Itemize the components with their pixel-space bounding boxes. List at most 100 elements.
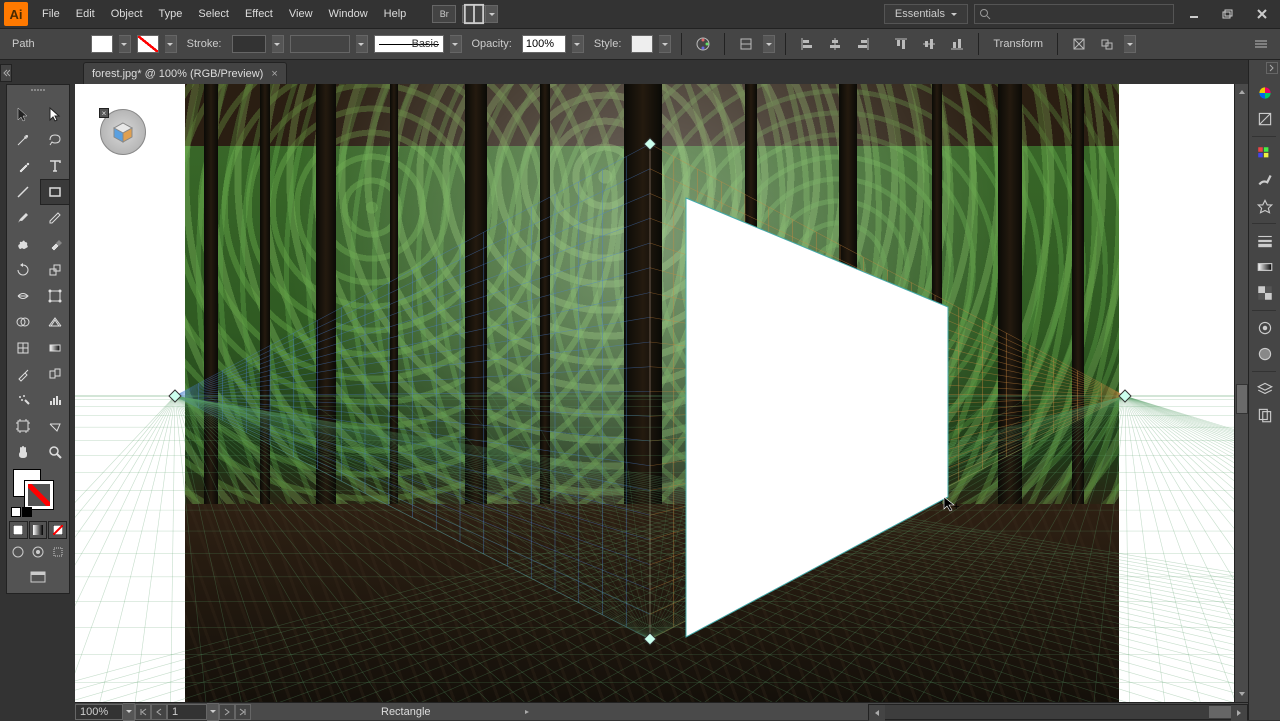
tool-blob-brush[interactable] xyxy=(8,231,38,257)
tool-blend[interactable] xyxy=(40,361,70,387)
color-mode-button[interactable] xyxy=(9,521,28,539)
align-top-button[interactable] xyxy=(890,33,912,55)
menu-type[interactable]: Type xyxy=(151,4,191,24)
tool-scale[interactable] xyxy=(40,257,70,283)
tool-hand[interactable] xyxy=(8,439,38,465)
artboard-number-field[interactable]: 1 xyxy=(167,704,207,720)
variable-width-profile[interactable] xyxy=(290,35,350,53)
collapse-panels-left[interactable] xyxy=(0,64,12,82)
horizontal-scroll-thumb[interactable] xyxy=(1209,706,1231,718)
panel-gradient-icon[interactable] xyxy=(1252,254,1278,280)
graphic-style-dropdown[interactable] xyxy=(659,35,671,53)
tool-slice[interactable] xyxy=(40,413,70,439)
scroll-right-icon[interactable] xyxy=(1231,705,1247,721)
prev-artboard-button[interactable] xyxy=(151,704,167,720)
menu-help[interactable]: Help xyxy=(376,4,415,24)
tool-type[interactable] xyxy=(40,153,70,179)
stroke-weight-field[interactable] xyxy=(232,35,266,53)
panel-brushes-icon[interactable] xyxy=(1252,167,1278,193)
restore-button[interactable] xyxy=(1214,4,1242,24)
stroke-dropdown[interactable] xyxy=(165,35,177,53)
menu-object[interactable]: Object xyxy=(103,4,151,24)
align-menu-dropdown[interactable] xyxy=(763,35,775,53)
close-button[interactable] xyxy=(1248,4,1276,24)
tool-eraser[interactable] xyxy=(40,231,70,257)
variable-width-dropdown[interactable] xyxy=(356,35,368,53)
panel-stroke-icon[interactable] xyxy=(1252,228,1278,254)
fill-swatch[interactable] xyxy=(91,35,113,53)
recolor-artwork-button[interactable] xyxy=(692,33,714,55)
screen-mode-button[interactable] xyxy=(27,567,49,589)
opacity-dropdown[interactable] xyxy=(572,35,584,53)
zoom-field[interactable]: 100% xyxy=(75,704,123,720)
menu-file[interactable]: File xyxy=(34,4,68,24)
panel-symbols-icon[interactable] xyxy=(1252,193,1278,219)
isolate-button[interactable] xyxy=(1068,33,1090,55)
tool-pencil[interactable] xyxy=(40,205,70,231)
gradient-mode-button[interactable] xyxy=(29,521,48,539)
stroke-swatch[interactable] xyxy=(137,35,159,53)
panel-color-guide-icon[interactable] xyxy=(1252,106,1278,132)
first-artboard-button[interactable] xyxy=(135,704,151,720)
arrange-documents-button[interactable] xyxy=(462,5,486,23)
default-fill-stroke-icon[interactable] xyxy=(11,507,21,517)
status-flyout-button[interactable] xyxy=(521,705,533,719)
draw-inside-button[interactable] xyxy=(49,543,67,561)
scroll-down-icon[interactable] xyxy=(1236,688,1248,700)
fill-stroke-control[interactable] xyxy=(7,465,69,519)
vertical-scroll-thumb[interactable] xyxy=(1236,384,1248,414)
workspace-switcher[interactable]: Essentials xyxy=(884,4,968,24)
panel-swatches-icon[interactable] xyxy=(1252,141,1278,167)
collapse-panels-right[interactable] xyxy=(1266,62,1278,74)
close-tab-icon[interactable]: × xyxy=(271,68,277,80)
minimize-button[interactable] xyxy=(1180,4,1208,24)
panel-graphic-styles-icon[interactable] xyxy=(1252,341,1278,367)
control-bar-menu[interactable] xyxy=(1250,33,1272,55)
perspective-widget-close[interactable]: × xyxy=(99,108,109,118)
tool-rotate[interactable] xyxy=(8,257,38,283)
panel-transparency-icon[interactable] xyxy=(1252,280,1278,306)
horizontal-scrollbar[interactable] xyxy=(868,704,1248,720)
panel-color-icon[interactable] xyxy=(1252,80,1278,106)
stroke-weight-dropdown[interactable] xyxy=(272,35,284,53)
menu-window[interactable]: Window xyxy=(321,4,376,24)
tool-selection[interactable] xyxy=(8,101,38,127)
canvas[interactable]: × + xyxy=(75,84,1234,702)
document-tab[interactable]: forest.jpg* @ 100% (RGB/Preview) × xyxy=(83,62,287,84)
tool-pen[interactable] xyxy=(8,153,38,179)
draw-normal-button[interactable] xyxy=(9,543,27,561)
tool-zoom[interactable] xyxy=(40,439,70,465)
tool-width[interactable] xyxy=(8,283,38,309)
select-similar-dropdown[interactable] xyxy=(1124,35,1136,53)
draw-behind-button[interactable] xyxy=(29,543,47,561)
fill-dropdown[interactable] xyxy=(119,35,131,53)
search-box[interactable] xyxy=(974,4,1174,24)
align-bottom-button[interactable] xyxy=(946,33,968,55)
scroll-up-icon[interactable] xyxy=(1236,86,1248,98)
tool-column-graph[interactable] xyxy=(40,387,70,413)
vertical-scrollbar[interactable] xyxy=(1234,84,1248,702)
opacity-label[interactable]: Opacity: xyxy=(468,38,516,50)
last-artboard-button[interactable] xyxy=(235,704,251,720)
select-similar-button[interactable] xyxy=(1096,33,1118,55)
tool-perspective-grid[interactable] xyxy=(40,309,70,335)
tool-gradient[interactable] xyxy=(40,335,70,361)
align-vcenter-button[interactable] xyxy=(918,33,940,55)
panel-artboards-icon[interactable] xyxy=(1252,402,1278,428)
stroke-color-swatch[interactable] xyxy=(25,481,53,509)
align-dropdown[interactable] xyxy=(735,33,757,55)
tool-shape-builder[interactable] xyxy=(8,309,38,335)
tool-lasso[interactable] xyxy=(40,127,70,153)
menu-edit[interactable]: Edit xyxy=(68,4,103,24)
arrange-documents-dropdown[interactable] xyxy=(486,5,498,23)
tool-paintbrush[interactable] xyxy=(8,205,38,231)
align-left-button[interactable] xyxy=(796,33,818,55)
align-right-button[interactable] xyxy=(852,33,874,55)
tools-panel-grip[interactable] xyxy=(7,89,69,97)
brush-definition[interactable]: Basic xyxy=(374,35,444,53)
tool-eyedropper[interactable] xyxy=(8,361,38,387)
tool-direct-selection[interactable] xyxy=(40,101,70,127)
scroll-left-icon[interactable] xyxy=(869,705,885,721)
swap-fill-stroke-icon[interactable] xyxy=(22,507,32,517)
menu-select[interactable]: Select xyxy=(190,4,237,24)
